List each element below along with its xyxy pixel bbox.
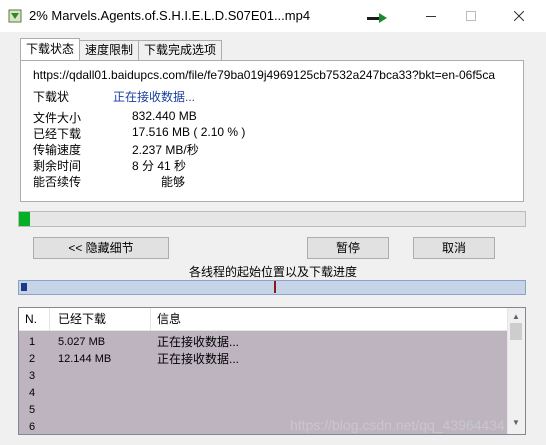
- tab-speed-limit[interactable]: 速度限制: [79, 40, 140, 60]
- table-row[interactable]: 1 5.027 MB 正在接收数据...: [19, 334, 507, 351]
- tab-strip: 下载状态 速度限制 下载完成选项: [20, 38, 223, 60]
- table-row[interactable]: 4: [19, 385, 507, 402]
- window-title: 2% Marvels.Agents.of.S.H.I.E.L.D.S07E01.…: [29, 8, 311, 23]
- file-size-value: 832.440 MB: [132, 109, 197, 123]
- row-number: 2: [29, 353, 36, 365]
- remaining-time-label: 剩余时间: [33, 159, 82, 173]
- thread-1-marker: [21, 283, 27, 291]
- thread-progress-bar: [18, 280, 526, 295]
- row-number: 4: [29, 387, 36, 399]
- maximize-button[interactable]: [448, 0, 494, 32]
- row-number: 3: [29, 370, 36, 382]
- vertical-scrollbar[interactable]: ▲ ▼: [507, 308, 525, 434]
- overall-progress-bar: [18, 211, 526, 227]
- download-url: https://qdall01.baidupcs.com/file/fe79ba…: [33, 68, 496, 82]
- table-row[interactable]: 3: [19, 368, 507, 385]
- arrow-right-icon: [367, 13, 387, 23]
- file-size-label: 文件大小: [33, 111, 82, 125]
- speed-label: 传输速度: [33, 143, 82, 157]
- minimize-icon: [426, 16, 436, 17]
- maximize-icon: [466, 11, 476, 21]
- state-label: 下载状: [33, 90, 70, 104]
- thread-list-header: N. 已经下载 信息: [19, 308, 507, 331]
- table-row[interactable]: 2 12.144 MB 正在接收数据...: [19, 351, 507, 368]
- thread-progress-caption: 各线程的起始位置以及下载进度: [188, 265, 357, 279]
- thread-2-marker: [274, 281, 276, 293]
- watermark: https://blog.csdn.net/qq_43964434: [290, 417, 505, 433]
- scroll-down-icon[interactable]: ▼: [512, 418, 520, 427]
- row-number: 6: [29, 421, 36, 433]
- cancel-button[interactable]: 取消: [413, 237, 495, 259]
- row-downloaded: 5.027 MB: [58, 336, 106, 348]
- resume-label: 能否续传: [33, 175, 82, 189]
- close-button[interactable]: [496, 0, 542, 32]
- column-header-downloaded[interactable]: 已经下载: [50, 308, 151, 330]
- tab-download-status[interactable]: 下载状态: [20, 38, 81, 60]
- resume-value: 能够: [161, 175, 186, 189]
- scroll-thumb[interactable]: [510, 323, 522, 340]
- column-header-number[interactable]: N.: [19, 308, 50, 330]
- download-status-panel: https://qdall01.baidupcs.com/file/fe79ba…: [20, 60, 524, 202]
- idm-app-icon: [8, 9, 22, 23]
- state-value: 正在接收数据...: [113, 90, 196, 104]
- row-info: 正在接收数据...: [157, 335, 240, 349]
- state-row: 下载状: [33, 88, 69, 105]
- pause-button[interactable]: 暂停: [307, 237, 389, 259]
- overall-progress-fill: [19, 212, 30, 226]
- tab-completion-options[interactable]: 下载完成选项: [138, 40, 223, 60]
- remaining-time-value: 8 分 41 秒: [132, 159, 187, 173]
- scroll-up-icon[interactable]: ▲: [512, 312, 520, 321]
- row-number: 1: [29, 336, 36, 348]
- thread-list[interactable]: N. 已经下载 信息 1 5.027 MB 正在接收数据... 2 12.144…: [18, 307, 526, 435]
- row-downloaded: 12.144 MB: [58, 353, 112, 365]
- row-number: 5: [29, 404, 36, 416]
- downloaded-label: 已经下载: [33, 127, 82, 141]
- close-icon: [514, 11, 524, 21]
- downloaded-value: 17.516 MB ( 2.10 % ): [132, 125, 246, 139]
- speed-value: 2.237 MB/秒: [132, 143, 199, 157]
- column-header-info[interactable]: 信息: [151, 308, 507, 330]
- hide-details-button[interactable]: << 隐藏细节: [33, 237, 169, 259]
- title-bar: 2% Marvels.Agents.of.S.H.I.E.L.D.S07E01.…: [0, 0, 546, 32]
- row-info: 正在接收数据...: [157, 352, 240, 366]
